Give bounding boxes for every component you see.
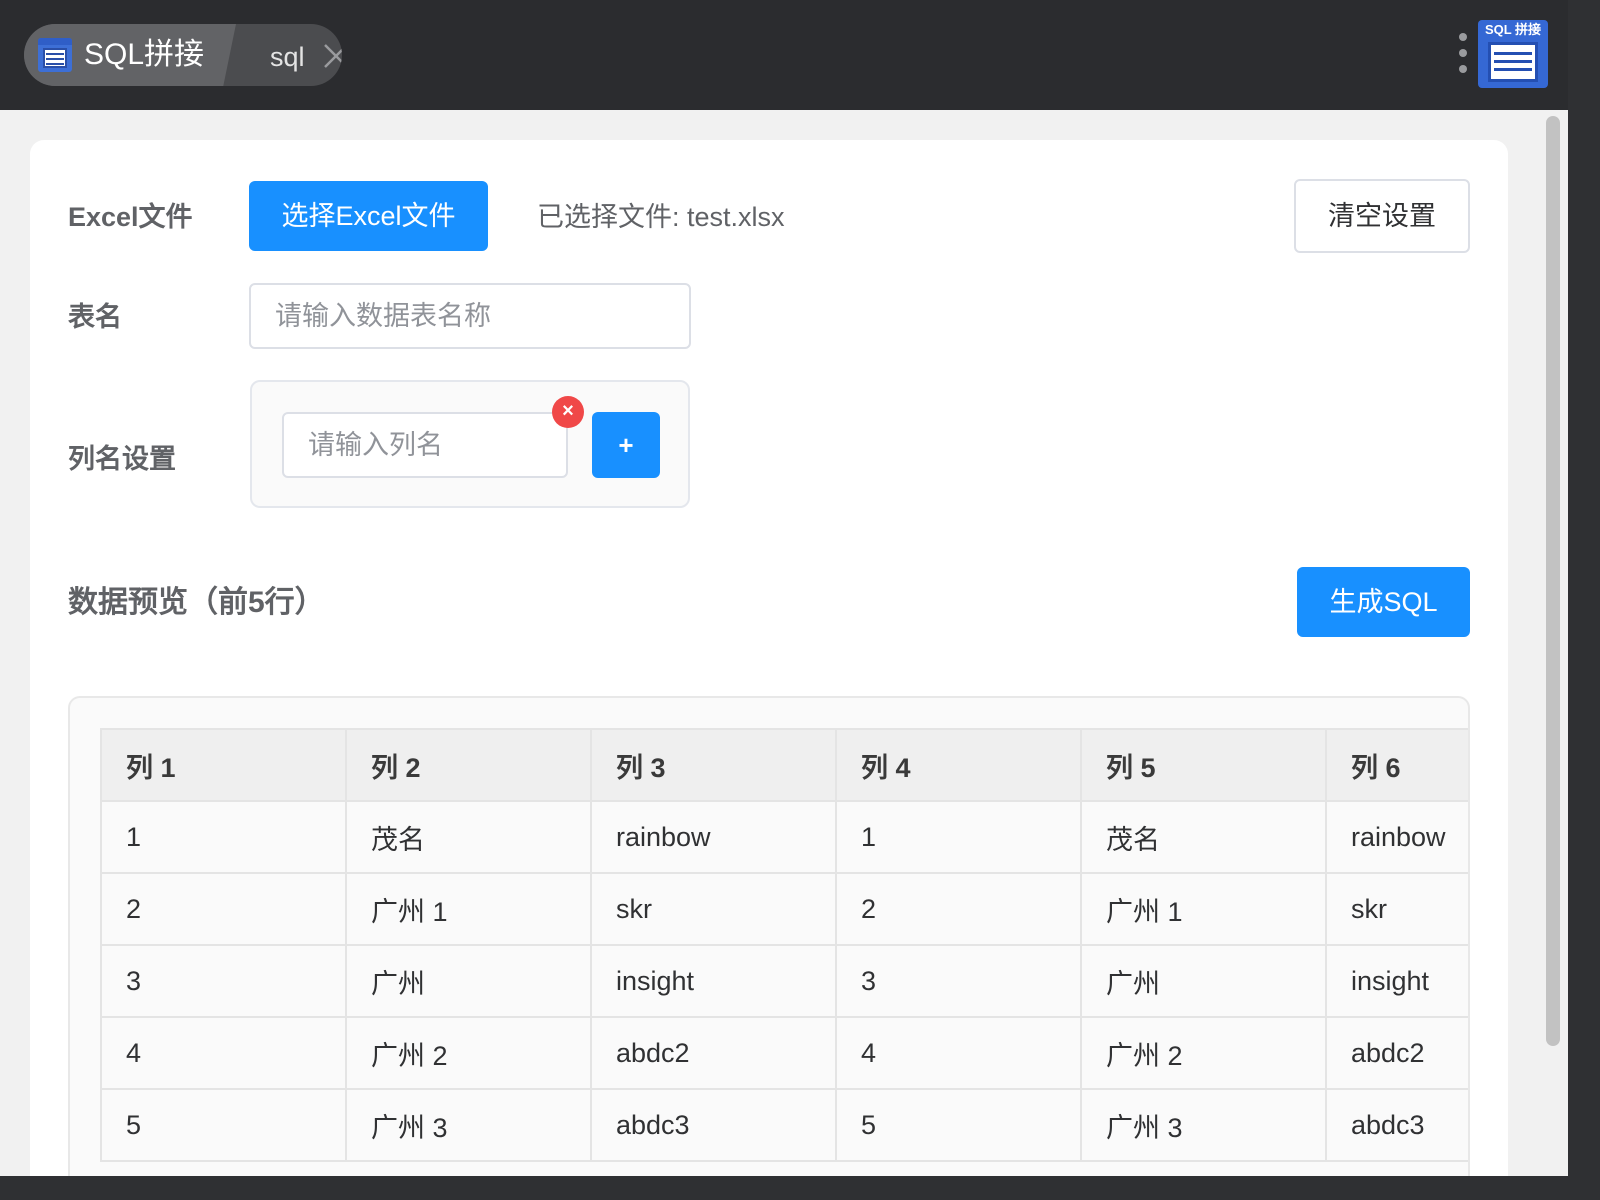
table-cell: 广州 3: [1080, 1088, 1327, 1162]
table-cell: 4: [100, 1016, 347, 1090]
table-cell: 广州 1: [345, 872, 592, 946]
column-name-input[interactable]: [282, 412, 568, 478]
selected-file-text: 已选择文件: test.xlsx: [537, 202, 785, 232]
select-excel-button[interactable]: 选择Excel文件: [249, 181, 488, 251]
table-header-row: 列 1 列 2 列 3 列 4 列 5 列 6: [100, 728, 1468, 802]
app-logo-icon[interactable]: SQL 拼接: [1478, 20, 1548, 88]
table-row: 3 广州 insight 3 广州 insight: [100, 944, 1468, 1018]
settings-card: Excel文件 选择Excel文件 已选择文件: test.xlsx 清空设置 …: [30, 140, 1508, 1176]
table-header-cell: 列 5: [1080, 728, 1327, 802]
app-title: SQL拼接: [84, 38, 205, 71]
add-column-button[interactable]: +: [592, 412, 660, 478]
table-name-input[interactable]: [249, 283, 691, 349]
table-cell: insight: [590, 944, 837, 1018]
table-cell: 广州 1: [1080, 872, 1327, 946]
table-name-label: 表名: [68, 302, 122, 332]
table-cell: 茂名: [1080, 800, 1327, 874]
table-cell: 1: [100, 800, 347, 874]
clear-settings-button[interactable]: 清空设置: [1294, 179, 1470, 253]
table-cell: 广州: [1080, 944, 1327, 1018]
table-cell: 3: [100, 944, 347, 1018]
table-cell: skr: [1325, 872, 1468, 946]
column-settings-label: 列名设置: [68, 444, 176, 474]
table-cell: 4: [835, 1016, 1082, 1090]
table-cell: insight: [1325, 944, 1468, 1018]
table-cell: abdc3: [1325, 1088, 1468, 1162]
table-row: 1 茂名 rainbow 1 茂名 rainbow: [100, 800, 1468, 874]
main-content: Excel文件 选择Excel文件 已选择文件: test.xlsx 清空设置 …: [0, 110, 1538, 1176]
scrollbar-thumb[interactable]: [1546, 116, 1560, 1046]
table-cell: rainbow: [590, 800, 837, 874]
table-header-cell: 列 6: [1325, 728, 1468, 802]
table-cell: abdc2: [590, 1016, 837, 1090]
excel-file-label: Excel文件: [68, 202, 193, 232]
table-header-cell: 列 3: [590, 728, 837, 802]
table-row: 2 广州 1 skr 2 广州 1 skr: [100, 872, 1468, 946]
breadcrumb: SQL拼接 sql: [24, 24, 342, 86]
column-settings-box: × +: [250, 380, 690, 508]
app-logo-label: SQL 拼接: [1484, 22, 1542, 37]
table-row: 5 广州 3 abdc3 5 广州 3 abdc3: [100, 1088, 1468, 1162]
table-cell: 广州 3: [345, 1088, 592, 1162]
table-cell: 3: [835, 944, 1082, 1018]
table-row: 4 广州 2 abdc2 4 广州 2 abdc2: [100, 1016, 1468, 1090]
close-icon[interactable]: [322, 42, 342, 70]
table-cell: 1: [835, 800, 1082, 874]
table-cell: rainbow: [1325, 800, 1468, 874]
table-cell: 5: [100, 1088, 347, 1162]
table-cell: 2: [100, 872, 347, 946]
generate-sql-button[interactable]: 生成SQL: [1297, 567, 1470, 637]
data-preview-table: 列 1 列 2 列 3 列 4 列 5 列 6 1 茂名 rainbow 1 茂: [100, 728, 1468, 1162]
table-cell: 5: [835, 1088, 1082, 1162]
table-cell: 广州 2: [345, 1016, 592, 1090]
table-cell: 茂名: [345, 800, 592, 874]
remove-column-button[interactable]: ×: [552, 396, 584, 428]
table-cell: 广州 2: [1080, 1016, 1327, 1090]
table-cell: abdc2: [1325, 1016, 1468, 1090]
table-cell: abdc3: [590, 1088, 837, 1162]
spreadsheet-icon: [38, 38, 72, 72]
table-header-cell: 列 4: [835, 728, 1082, 802]
table-header-cell: 列 2: [345, 728, 592, 802]
title-bar: SQL拼接 sql SQL 拼接: [0, 0, 1568, 110]
table-header-cell: 列 1: [100, 728, 347, 802]
vertical-scrollbar[interactable]: [1538, 110, 1568, 1176]
table-cell: 广州: [345, 944, 592, 1018]
breadcrumb-app[interactable]: SQL拼接: [24, 24, 236, 86]
more-vertical-icon[interactable]: [1454, 31, 1472, 75]
data-preview-title: 数据预览（前5行）: [68, 586, 325, 619]
table-cell: 2: [835, 872, 1082, 946]
data-preview-table-container: 列 1 列 2 列 3 列 4 列 5 列 6 1 茂名 rainbow 1 茂: [68, 696, 1470, 1176]
table-cell: skr: [590, 872, 837, 946]
breadcrumb-tab-label[interactable]: sql: [270, 42, 305, 72]
